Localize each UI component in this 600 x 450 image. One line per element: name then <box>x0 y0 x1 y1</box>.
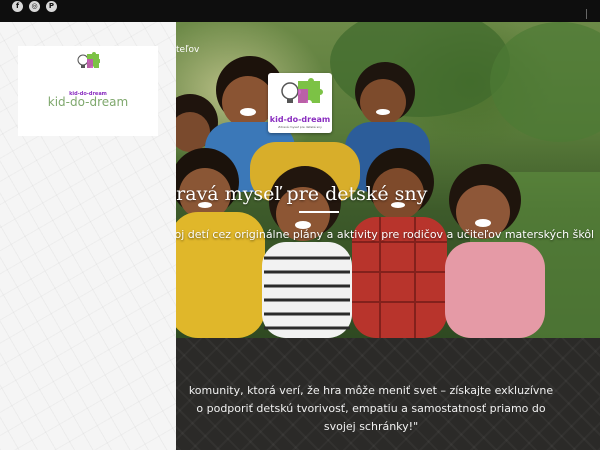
facebook-icon[interactable]: f <box>12 1 23 12</box>
newsletter-text-line: svojej schránky!" <box>323 420 419 433</box>
newsletter-text-line: o podporiť detskú tvorivosť, empatiu a s… <box>196 402 546 415</box>
nav-link-fragment[interactable]: teľov <box>176 44 199 56</box>
top-bar-divider <box>586 9 587 19</box>
hero-subtitle: voj detí cez originálne plány a aktivity… <box>168 228 595 241</box>
hero-title: dravá myseľ pre detské sny <box>164 183 428 205</box>
newsletter-text: komunity, ktorá verí, že hra môže meniť … <box>156 382 586 436</box>
hero-title-divider <box>299 211 339 213</box>
newsletter-text-line: komunity, ktorá verí, že hra môže meniť … <box>188 384 554 397</box>
hero-logo-tagline: Zdravá myseľ pre detské sny <box>278 125 322 129</box>
hero-logo-text: kid-do-dream <box>269 115 331 124</box>
side-panel: kid-do-dream kid-do-dream <box>0 22 176 450</box>
puzzle-lightbulb-icon <box>77 52 100 68</box>
pinterest-icon[interactable]: P <box>46 1 57 12</box>
hero-logo[interactable]: kid-do-dream Zdravá myseľ pre detské sny <box>268 73 332 133</box>
side-panel-logo-card[interactable]: kid-do-dream <box>18 46 158 136</box>
side-panel-brand-name[interactable]: kid-do-dream <box>0 94 176 110</box>
instagram-icon[interactable]: ◎ <box>29 1 40 12</box>
puzzle-lightbulb-icon <box>281 78 323 103</box>
top-bar: f ◎ P <box>0 0 600 22</box>
